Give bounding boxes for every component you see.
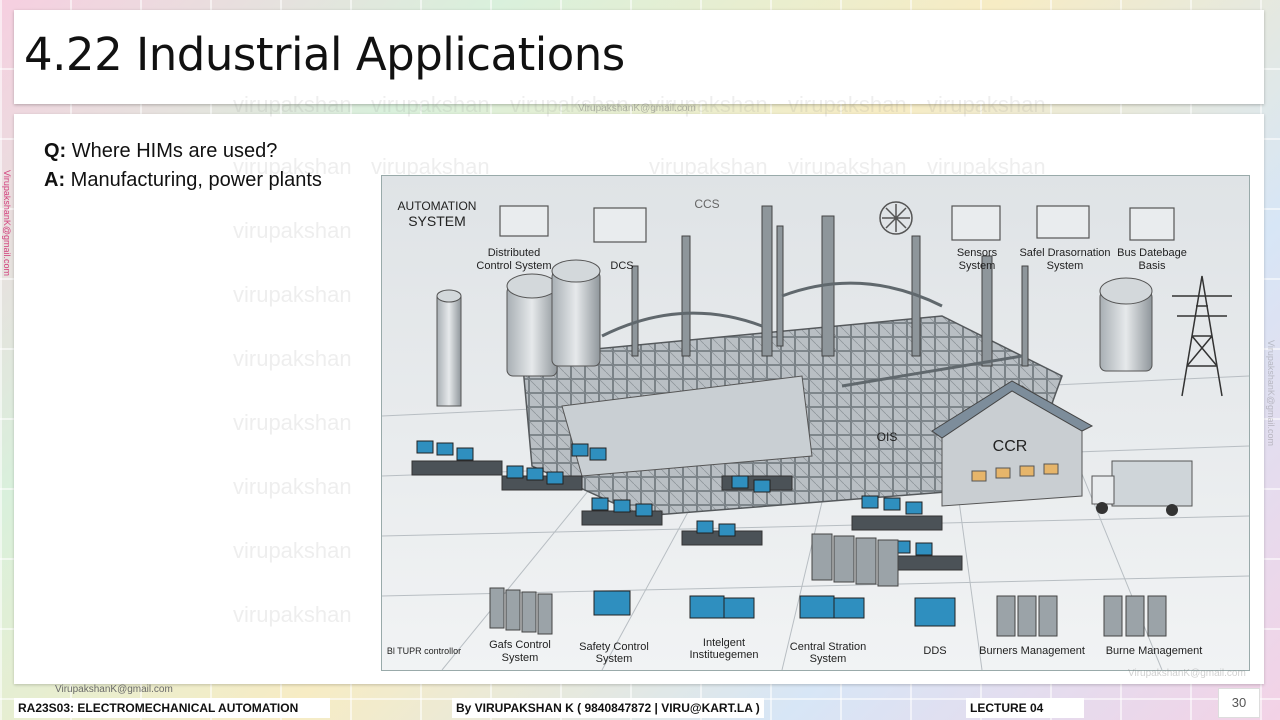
watermark-email-corner: VirupakshanK@gmail.com <box>1128 668 1246 679</box>
watermark-text: virupakshan <box>233 346 352 371</box>
label-ois: OIS <box>877 430 898 444</box>
label-gas-line-1: Gafs Control <box>489 639 551 651</box>
course-code: RA23S03: ELECTROMECHANICAL AUTOMATION <box>14 698 330 718</box>
figure-heading-line-1: AUTOMATION <box>398 199 477 213</box>
footer: RA23S03: ELECTROMECHANICAL AUTOMATION By… <box>14 698 1264 720</box>
label-central-line-2: System <box>810 653 847 665</box>
figure-heading-line-2: SYSTEM <box>408 213 466 229</box>
label-burner-1: Burners Management <box>979 645 1085 657</box>
watermark-text: virupakshan <box>233 538 352 563</box>
label-burner-2: Burne Management <box>1106 645 1203 657</box>
label-dcs-left-line-2: Control System <box>476 260 551 272</box>
label-bus-line-2: Basis <box>1139 260 1166 272</box>
label-dcs: DCS <box>610 260 633 272</box>
watermark-text: virupakshan <box>233 282 352 307</box>
author-info: By VIRUPAKSHAN K ( 9840847872 | VIRU@KAR… <box>452 698 764 718</box>
label-sensors-line-2: System <box>959 260 996 272</box>
watermark-text: virupakshan <box>233 218 352 243</box>
footer-email: VirupakshanK@gmail.com <box>55 684 173 695</box>
label-safety-line-2: System <box>596 653 633 665</box>
label-sensors-line-1: Sensors <box>957 247 998 259</box>
label-gas-line-2: System <box>502 652 539 664</box>
side-email: VirupakshanK@gmail.com <box>2 170 12 277</box>
label-dds: DDS <box>923 645 946 657</box>
label-intel-line-1: Intelgent <box>703 637 745 649</box>
watermark-email: VirupakshanK@gmail.com <box>578 103 696 114</box>
answer-line: A: Manufacturing, power plants <box>44 169 322 192</box>
label-central-line-1: Central Stration <box>790 641 866 653</box>
label-safe-line-2: System <box>1047 260 1084 272</box>
answer-label: A: <box>44 169 66 191</box>
question-label: Q: <box>44 140 67 162</box>
answer-text: Manufacturing, power plants <box>65 169 322 191</box>
watermark-text: virupakshan <box>233 410 352 435</box>
label-bus-line-1: Bus Datebage <box>1117 247 1187 259</box>
label-ccs: CCS <box>694 197 719 211</box>
label-bl-box: Bl TUPR controllor <box>387 646 461 656</box>
label-safe-line-1: Safel Drasornation <box>1019 247 1110 259</box>
lecture-number: LECTURE 04 <box>966 698 1084 718</box>
automation-system-illustration: AUTOMATION SYSTEM CCS Distributed Contro… <box>381 175 1250 671</box>
label-dcs-left-line-1: Distributed <box>488 247 541 259</box>
watermark-text: virupakshan <box>233 602 352 627</box>
label-ccr: CCR <box>993 438 1028 455</box>
question-line: Q: Where HIMs are used? <box>44 140 277 163</box>
side-email-right: VirupakshanK@gmail.com <box>1266 340 1276 447</box>
label-intel-line-2: Instituegemen <box>689 649 758 661</box>
page-number: 30 <box>1218 688 1260 718</box>
label-safety-line-1: Safety Control <box>579 641 649 653</box>
title-bar: 4.22 Industrial Applications <box>14 10 1264 104</box>
slide-title: 4.22 Industrial Applications <box>24 28 625 81</box>
watermark-text: virupakshan <box>233 474 352 499</box>
plant-diagram: AUTOMATION SYSTEM CCS Distributed Contro… <box>382 176 1249 670</box>
question-text: Where HIMs are used? <box>66 140 278 162</box>
